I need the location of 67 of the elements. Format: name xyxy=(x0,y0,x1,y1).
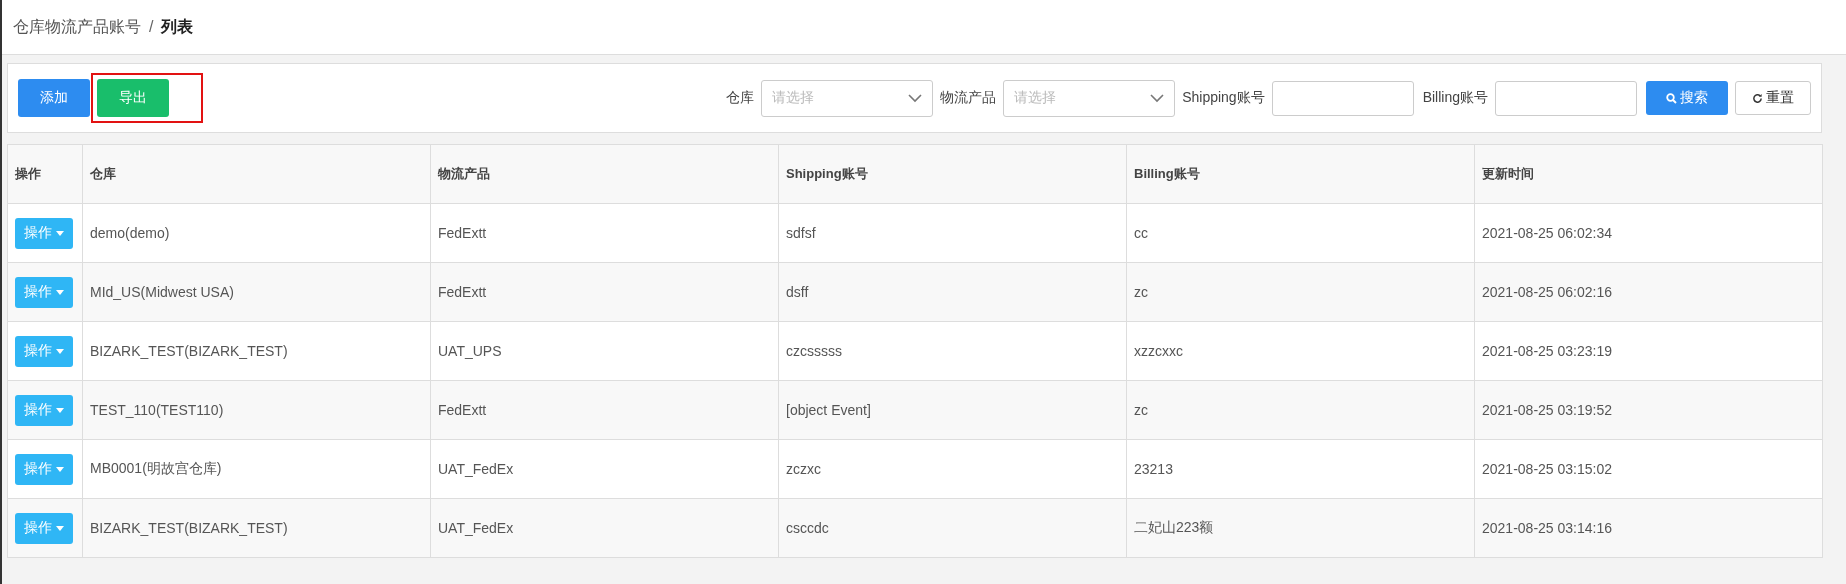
column-header: 更新时间 xyxy=(1482,166,1534,181)
table-cell: demo(demo) xyxy=(90,225,170,241)
table-cell: sdfsf xyxy=(786,225,816,241)
input-field[interactable] xyxy=(1271,80,1414,116)
chevron-down-icon xyxy=(908,93,923,103)
table-cell: [object Event] xyxy=(786,402,871,418)
table-cell: FedExtt xyxy=(438,284,487,300)
select-field[interactable]: 请选择 xyxy=(1003,79,1176,117)
table-cell: UAT_UPS xyxy=(438,343,502,359)
table-cell: zczxc xyxy=(786,461,821,477)
search-icon xyxy=(1666,92,1677,104)
table-cell: zc xyxy=(1134,402,1148,418)
table-cell: 二妃山223额 xyxy=(1134,519,1214,535)
breadcrumb-separator: / xyxy=(149,18,154,36)
table-cell: 2021-08-25 03:23:19 xyxy=(1482,343,1612,359)
chevron-down-icon xyxy=(1150,93,1165,103)
table-cell: csccdc xyxy=(786,520,829,536)
filter-label: 仓库 xyxy=(726,89,755,107)
caret-icon xyxy=(56,289,64,295)
caret-icon xyxy=(56,407,64,413)
table-cell: FedExtt xyxy=(438,225,487,241)
filter-label: Billing账号 xyxy=(1422,89,1488,107)
table-cell: MId_US(Midwest USA) xyxy=(90,284,234,300)
table-cell: 2021-08-25 06:02:16 xyxy=(1482,284,1612,300)
action-dropdown-button[interactable]: 操作 xyxy=(15,217,73,249)
action-dropdown-button[interactable]: 操作 xyxy=(15,394,73,426)
reset-button[interactable]: 重置 xyxy=(1735,81,1811,115)
search-button[interactable]: 搜索 xyxy=(1646,81,1728,115)
table-cell: MB0001(明故宫仓库) xyxy=(90,460,222,476)
table-cell: BIZARK_TEST(BIZARK_TEST) xyxy=(90,520,288,536)
table-cell: cc xyxy=(1134,225,1148,241)
column-header: Shipping账号 xyxy=(786,166,868,181)
table-cell: zc xyxy=(1134,284,1148,300)
table-cell: 2021-08-25 03:14:16 xyxy=(1482,520,1612,536)
action-button[interactable]: 添加 xyxy=(18,79,90,117)
table-cell: 23213 xyxy=(1134,461,1173,477)
table-cell: czcsssss xyxy=(786,343,842,359)
table-cell: UAT_FedEx xyxy=(438,461,514,477)
filter-label: 物流产品 xyxy=(940,89,997,107)
caret-icon xyxy=(56,525,64,531)
breadcrumb-item[interactable]: 仓库物流产品账号 xyxy=(13,16,141,38)
table-cell: TEST_110(TEST110) xyxy=(90,402,224,418)
column-header: 仓库 xyxy=(90,166,116,181)
caret-icon xyxy=(56,230,64,236)
action-dropdown-button[interactable]: 操作 xyxy=(15,276,73,308)
action-dropdown-button[interactable]: 操作 xyxy=(15,512,73,544)
table-cell: UAT_FedEx xyxy=(438,520,514,536)
table-cell: BIZARK_TEST(BIZARK_TEST) xyxy=(90,343,288,359)
table-cell: dsff xyxy=(786,284,809,300)
action-dropdown-button[interactable]: 操作 xyxy=(15,335,73,367)
input-field[interactable] xyxy=(1495,80,1637,116)
column-header: Billing账号 xyxy=(1134,166,1200,181)
table-cell: 2021-08-25 06:02:34 xyxy=(1482,225,1612,241)
column-header: 物流产品 xyxy=(438,166,490,181)
table-cell: FedExtt xyxy=(438,402,487,418)
refresh-icon xyxy=(1752,92,1763,104)
table-cell: 2021-08-25 03:19:52 xyxy=(1482,402,1612,418)
action-dropdown-button[interactable]: 操作 xyxy=(15,453,73,485)
caret-icon xyxy=(56,348,64,354)
caret-icon xyxy=(56,466,64,472)
table-cell: xzzcxxc xyxy=(1134,343,1183,359)
table-cell: 2021-08-25 03:15:02 xyxy=(1482,461,1612,477)
action-button[interactable]: 导出 xyxy=(97,79,169,117)
filter-label: Shipping账号 xyxy=(1182,89,1265,107)
column-header: 操作 xyxy=(15,166,41,181)
breadcrumb-item: 列表 xyxy=(161,16,194,37)
select-field[interactable]: 请选择 xyxy=(761,79,934,117)
